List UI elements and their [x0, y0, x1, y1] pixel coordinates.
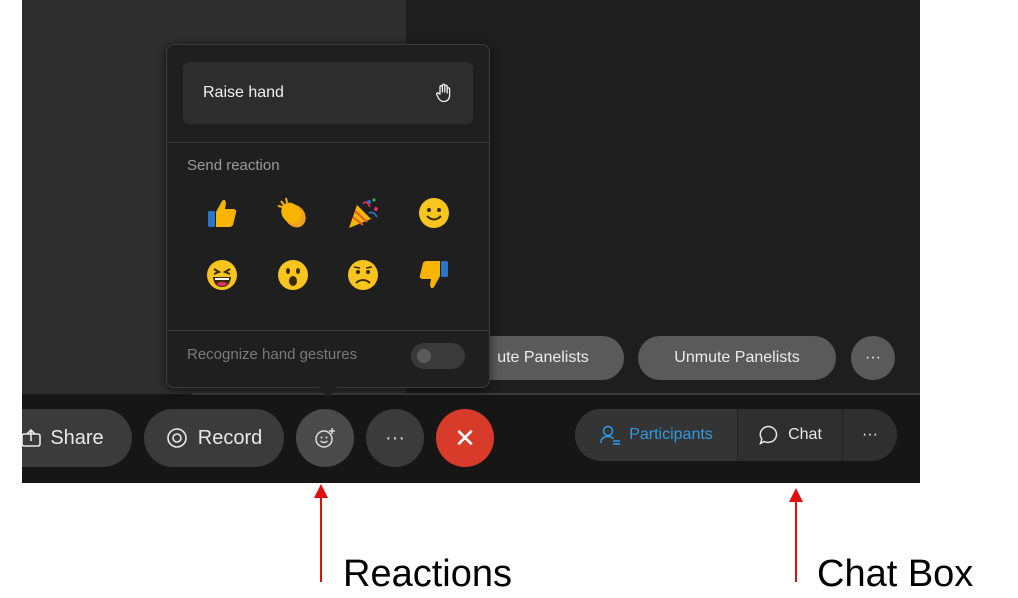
close-icon: ✕	[454, 422, 476, 453]
end-meeting-button[interactable]: ✕	[436, 409, 494, 467]
participants-button[interactable]: Participants	[575, 409, 737, 461]
thumbs-up-icon[interactable]	[187, 193, 258, 233]
panelists-more-button[interactable]: ···	[851, 336, 895, 380]
reactions-button[interactable]	[296, 409, 354, 467]
hand-icon	[435, 83, 453, 103]
party-popper-icon[interactable]	[328, 193, 399, 233]
record-button[interactable]: Record	[144, 409, 284, 467]
reactions-arrow	[320, 496, 322, 582]
popup-separator	[167, 142, 489, 143]
share-button[interactable]: Share	[22, 409, 132, 467]
share-icon	[22, 428, 42, 448]
record-icon	[166, 427, 188, 449]
popup-separator-bottom	[167, 330, 489, 331]
participants-label: Participants	[629, 426, 713, 443]
raise-hand-label: Raise hand	[203, 84, 284, 101]
clapping-hands-icon[interactable]	[258, 193, 329, 233]
right-more-label: ···	[862, 426, 878, 443]
raise-hand-button[interactable]: Raise hand	[183, 62, 473, 124]
record-label: Record	[197, 426, 263, 449]
chat-arrow	[795, 500, 797, 582]
chat-label: Chat	[788, 426, 822, 443]
chat-button[interactable]: Chat	[737, 409, 843, 461]
hand-gestures-toggle[interactable]	[411, 343, 465, 369]
smile-icon[interactable]	[399, 193, 470, 233]
toggle-knob	[417, 349, 431, 363]
panelists-more-label: ···	[865, 349, 881, 366]
more-options-label: ···	[385, 426, 405, 449]
chat-box-caption: Chat Box	[817, 553, 974, 595]
send-reaction-heading: Send reaction	[187, 157, 280, 174]
reaction-smiley-icon	[313, 426, 337, 450]
chat-bubble-icon	[758, 424, 780, 446]
reactions-caption: Reactions	[343, 553, 512, 595]
emoji-grid	[187, 193, 469, 295]
mute-panelists-label: ute Panelists	[497, 349, 589, 366]
sad-face-icon[interactable]	[328, 255, 399, 295]
unmute-panelists-button[interactable]: Unmute Panelists	[638, 336, 836, 380]
right-more-button[interactable]: ···	[843, 409, 897, 461]
thumbs-down-icon[interactable]	[399, 255, 470, 295]
surprised-face-icon[interactable]	[258, 255, 329, 295]
right-controls: Participants Chat ···	[575, 409, 897, 461]
participants-icon	[599, 424, 621, 446]
popup-pointer	[316, 384, 340, 398]
unmute-panelists-label: Unmute Panelists	[674, 349, 800, 366]
meeting-window: ute Panelists Unmute Panelists ··· Share…	[22, 0, 920, 483]
share-label: Share	[50, 426, 104, 449]
reactions-popup: Raise hand Send reaction Recognize hand …	[166, 44, 490, 388]
more-options-button[interactable]: ···	[366, 409, 424, 467]
laughing-face-icon[interactable]	[187, 255, 258, 295]
hand-gestures-label: Recognize hand gestures	[187, 346, 358, 363]
